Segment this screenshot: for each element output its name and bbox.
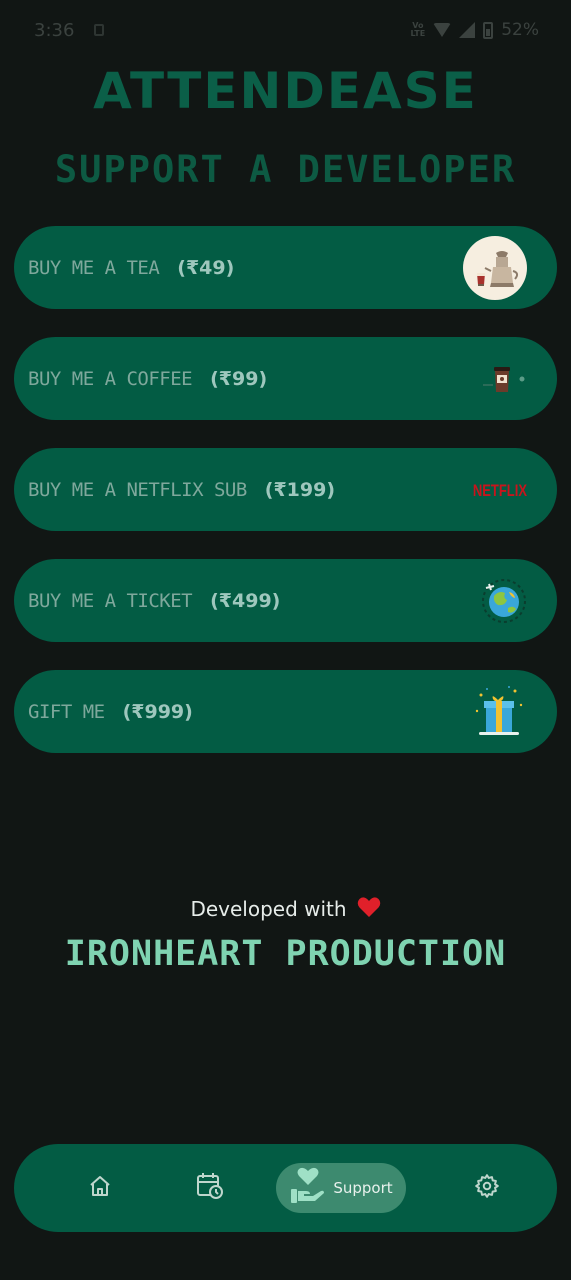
- gift-box-icon: [471, 685, 527, 739]
- option-label: BUY ME A TICKET: [28, 589, 193, 612]
- wifi-icon: [433, 23, 452, 37]
- tea-pot-icon: [463, 235, 527, 300]
- developed-with: Developed with: [0, 896, 571, 922]
- option-price: (₹499): [210, 589, 281, 612]
- gear-icon: [474, 1173, 500, 1203]
- battery-icon: [483, 21, 494, 39]
- nav-history[interactable]: [194, 1144, 226, 1232]
- support-options-list: BUY ME A TEA (₹49) BUY ME A COFFEE (₹99): [14, 226, 557, 781]
- home-icon: [88, 1174, 112, 1202]
- notification-icon: [94, 24, 104, 36]
- buy-ticket-button[interactable]: BUY ME A TICKET (₹499): [14, 559, 557, 642]
- option-price: (₹199): [264, 478, 336, 501]
- lte-icon: Vo LTE: [410, 21, 426, 38]
- netflix-logo: NETFLIX: [472, 479, 527, 500]
- gift-me-button[interactable]: GIFT ME (₹999): [14, 670, 557, 753]
- producer-name: IRONHEART PRODUCTION: [64, 934, 507, 974]
- nav-support-label: Support: [333, 1179, 393, 1197]
- netflix-logo-text: NETFLIX: [472, 479, 527, 500]
- heart-icon: [357, 896, 381, 922]
- status-time: 3:36: [34, 20, 75, 41]
- signal-icon: [459, 22, 476, 38]
- buy-tea-button[interactable]: BUY ME A TEA (₹49): [14, 226, 557, 309]
- heart-hand-icon: [289, 1167, 327, 1209]
- option-label: BUY ME A NETFLIX SUB: [28, 478, 247, 501]
- option-price: (₹999): [122, 700, 193, 723]
- status-bar: 3:36 Vo LTE 52%: [0, 0, 571, 64]
- option-label: GIFT ME: [28, 700, 105, 723]
- developed-with-text: Developed with: [190, 897, 347, 921]
- nav-home[interactable]: [84, 1144, 116, 1232]
- calendar-clock-icon: [195, 1171, 225, 1205]
- option-label: BUY ME A COFFEE: [28, 367, 193, 390]
- globe-plane-icon: [481, 578, 527, 624]
- nav-settings[interactable]: [471, 1144, 503, 1232]
- buy-coffee-button[interactable]: BUY ME A COFFEE (₹99): [14, 337, 557, 420]
- option-price: (₹99): [210, 367, 268, 390]
- page-subtitle: SUPPORT A DEVELOPER: [54, 148, 517, 191]
- option-label: BUY ME A TEA: [28, 256, 160, 279]
- nav-support[interactable]: Support: [276, 1163, 406, 1213]
- bottom-navigation: Support: [14, 1144, 557, 1232]
- battery-percent: 52%: [501, 20, 539, 40]
- coffee-cup-icon: [481, 364, 527, 394]
- app-title: ATTENDEASE: [93, 62, 478, 120]
- buy-netflix-sub-button[interactable]: BUY ME A NETFLIX SUB (₹199) NETFLIX: [14, 448, 557, 531]
- option-price: (₹49): [177, 256, 235, 279]
- status-icons: Vo LTE 52%: [411, 20, 540, 40]
- lte-label: LTE: [410, 29, 426, 38]
